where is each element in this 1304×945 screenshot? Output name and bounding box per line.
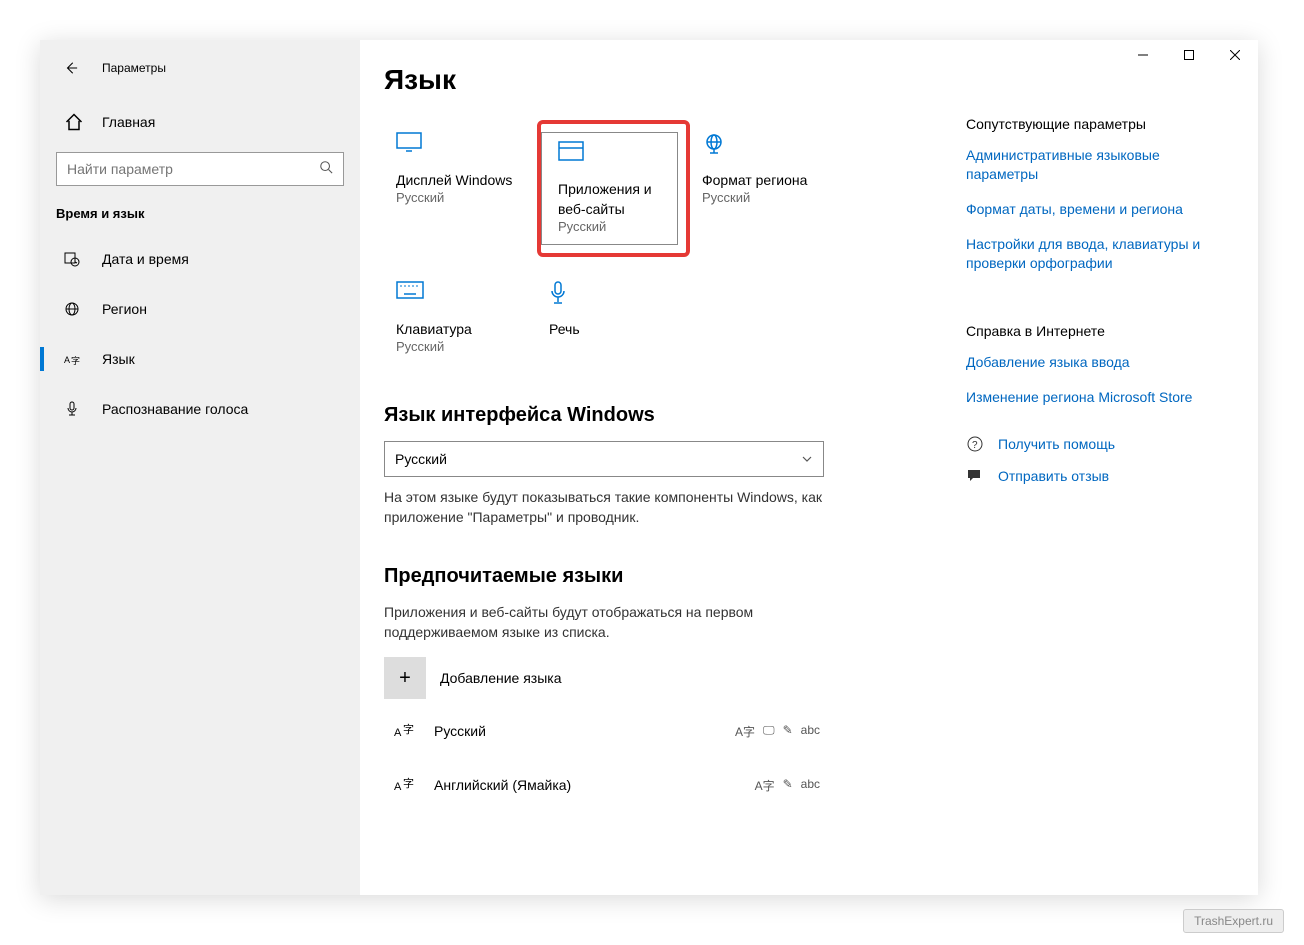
minimize-button[interactable] — [1120, 40, 1166, 70]
get-help-link[interactable]: ? Получить помощь — [966, 435, 1234, 453]
tile-label: Формат региона — [690, 170, 831, 190]
microphone-icon — [64, 401, 84, 417]
rail-help-title: Справка в Интернете — [966, 323, 1234, 339]
spellcheck-badge-icon: abc — [801, 723, 820, 740]
back-button[interactable] — [64, 61, 84, 75]
preferred-languages-description: Приложения и веб-сайты будут отображатьс… — [384, 602, 764, 642]
tile-speech[interactable]: Речь — [537, 269, 690, 366]
tile-sublabel: Русский — [546, 219, 673, 234]
display-language-description: На этом языке будут показываться такие к… — [384, 487, 824, 527]
add-language-label: Добавление языка — [440, 670, 562, 686]
language-item-english-jamaica[interactable]: A字 Английский (Ямайка) A字 ✎ abc — [384, 762, 824, 808]
add-language-button[interactable]: + Добавление языка — [384, 656, 934, 700]
microphone-icon — [549, 281, 678, 305]
feedback-label: Отправить отзыв — [998, 468, 1109, 484]
language-feature-badges: A字 ✎ abc — [755, 777, 820, 794]
feedback-icon — [966, 467, 986, 485]
tile-label: Клавиатура — [384, 319, 525, 339]
sidebar-section-title: Время и язык — [40, 206, 360, 221]
settings-window: Параметры Главная Время и язык Дата и вр… — [40, 40, 1258, 895]
rail-link-admin-language[interactable]: Административные языковые параметры — [966, 146, 1234, 184]
close-button[interactable] — [1212, 40, 1258, 70]
sidebar-item-label: Дата и время — [102, 251, 189, 267]
display-lang-badge-icon: A字 — [735, 723, 755, 740]
app-title: Параметры — [102, 61, 166, 75]
maximize-button[interactable] — [1166, 40, 1212, 70]
home-nav[interactable]: Главная — [40, 102, 360, 142]
get-help-label: Получить помощь — [998, 436, 1115, 452]
svg-text:A: A — [394, 781, 402, 793]
handwriting-badge-icon: ✎ — [783, 723, 793, 740]
language-item-russian[interactable]: A字 Русский A字 🖵 ✎ abc — [384, 708, 824, 754]
handwriting-badge-icon: ✎ — [783, 777, 793, 794]
sidebar-item-label: Регион — [102, 301, 147, 317]
spellcheck-badge-icon: abc — [801, 777, 820, 794]
tile-display[interactable]: Дисплей Windows Русский — [384, 120, 537, 257]
svg-text:字: 字 — [403, 776, 414, 790]
section-preferred-languages: Предпочитаемые языки — [384, 565, 934, 588]
plus-icon: + — [384, 657, 426, 699]
globe-stand-icon — [702, 132, 831, 156]
keyboard-icon — [396, 281, 525, 305]
svg-text:A: A — [394, 727, 402, 739]
rail-link-input-settings[interactable]: Настройки для ввода, клавиатуры и провер… — [966, 235, 1234, 273]
rail-related-title: Сопутствующие параметры — [966, 116, 1234, 132]
tile-region-format[interactable]: Формат региона Русский — [690, 120, 843, 257]
tts-badge-icon: 🖵 — [763, 723, 775, 740]
svg-text:字: 字 — [71, 355, 80, 366]
page-title: Язык — [384, 64, 934, 96]
tile-keyboard[interactable]: Клавиатура Русский — [384, 269, 537, 366]
globe-icon — [64, 301, 84, 317]
sidebar-item-language[interactable]: A字 Язык — [40, 339, 360, 379]
svg-text:?: ? — [972, 440, 978, 451]
language-name: Русский — [434, 723, 486, 739]
tile-sublabel: Русский — [690, 190, 831, 205]
sidebar-item-label: Язык — [102, 351, 135, 367]
svg-text:A: A — [64, 355, 70, 365]
sidebar-item-label: Распознавание голоса — [102, 401, 248, 417]
rail-help-link-change-store-region[interactable]: Изменение региона Microsoft Store — [966, 388, 1234, 407]
give-feedback-link[interactable]: Отправить отзыв — [966, 467, 1234, 485]
sidebar-item-speech[interactable]: Распознавание голоса — [40, 389, 360, 429]
rail-link-date-format[interactable]: Формат даты, времени и региона — [966, 200, 1234, 219]
calendar-clock-icon — [64, 251, 84, 267]
sidebar-item-datetime[interactable]: Дата и время — [40, 239, 360, 279]
main-panel: Язык Дисплей Windows Русский Приложения … — [360, 40, 1258, 895]
language-name: Английский (Ямайка) — [434, 777, 571, 793]
search-icon — [319, 160, 333, 179]
home-label: Главная — [102, 114, 155, 130]
tile-label: Речь — [537, 319, 678, 339]
window-icon — [558, 141, 673, 165]
tile-sublabel: Русский — [384, 339, 525, 354]
language-glyph-icon: A字 — [384, 774, 426, 796]
language-feature-badges: A字 🖵 ✎ abc — [735, 723, 820, 740]
titlebar-controls — [1120, 40, 1258, 70]
display-language-combobox[interactable]: Русский — [384, 441, 824, 477]
sidebar: Параметры Главная Время и язык Дата и вр… — [40, 40, 360, 895]
section-display-language: Язык интерфейса Windows — [384, 404, 934, 427]
combobox-value: Русский — [395, 451, 447, 467]
language-glyph-icon: A字 — [384, 720, 426, 742]
home-icon — [64, 112, 84, 132]
right-rail: Сопутствующие параметры Административные… — [958, 40, 1258, 895]
tile-label: Приложения и веб-сайты — [546, 179, 673, 219]
display-lang-badge-icon: A字 — [755, 777, 775, 794]
help-icon: ? — [966, 435, 986, 453]
content-area: Язык Дисплей Windows Русский Приложения … — [360, 40, 958, 895]
search-input[interactable] — [67, 161, 319, 177]
tile-apps-websites[interactable]: Приложения и веб-сайты Русский — [537, 120, 690, 257]
monitor-icon — [396, 132, 525, 156]
sidebar-item-region[interactable]: Регион — [40, 289, 360, 329]
tile-sublabel: Русский — [384, 190, 525, 205]
svg-text:字: 字 — [403, 722, 414, 736]
search-box[interactable] — [56, 152, 344, 186]
tile-label: Дисплей Windows — [384, 170, 525, 190]
watermark: TrashExpert.ru — [1183, 909, 1284, 933]
language-icon: A字 — [64, 351, 84, 367]
chevron-down-icon — [801, 453, 813, 465]
rail-help-link-add-input-lang[interactable]: Добавление языка ввода — [966, 353, 1234, 372]
